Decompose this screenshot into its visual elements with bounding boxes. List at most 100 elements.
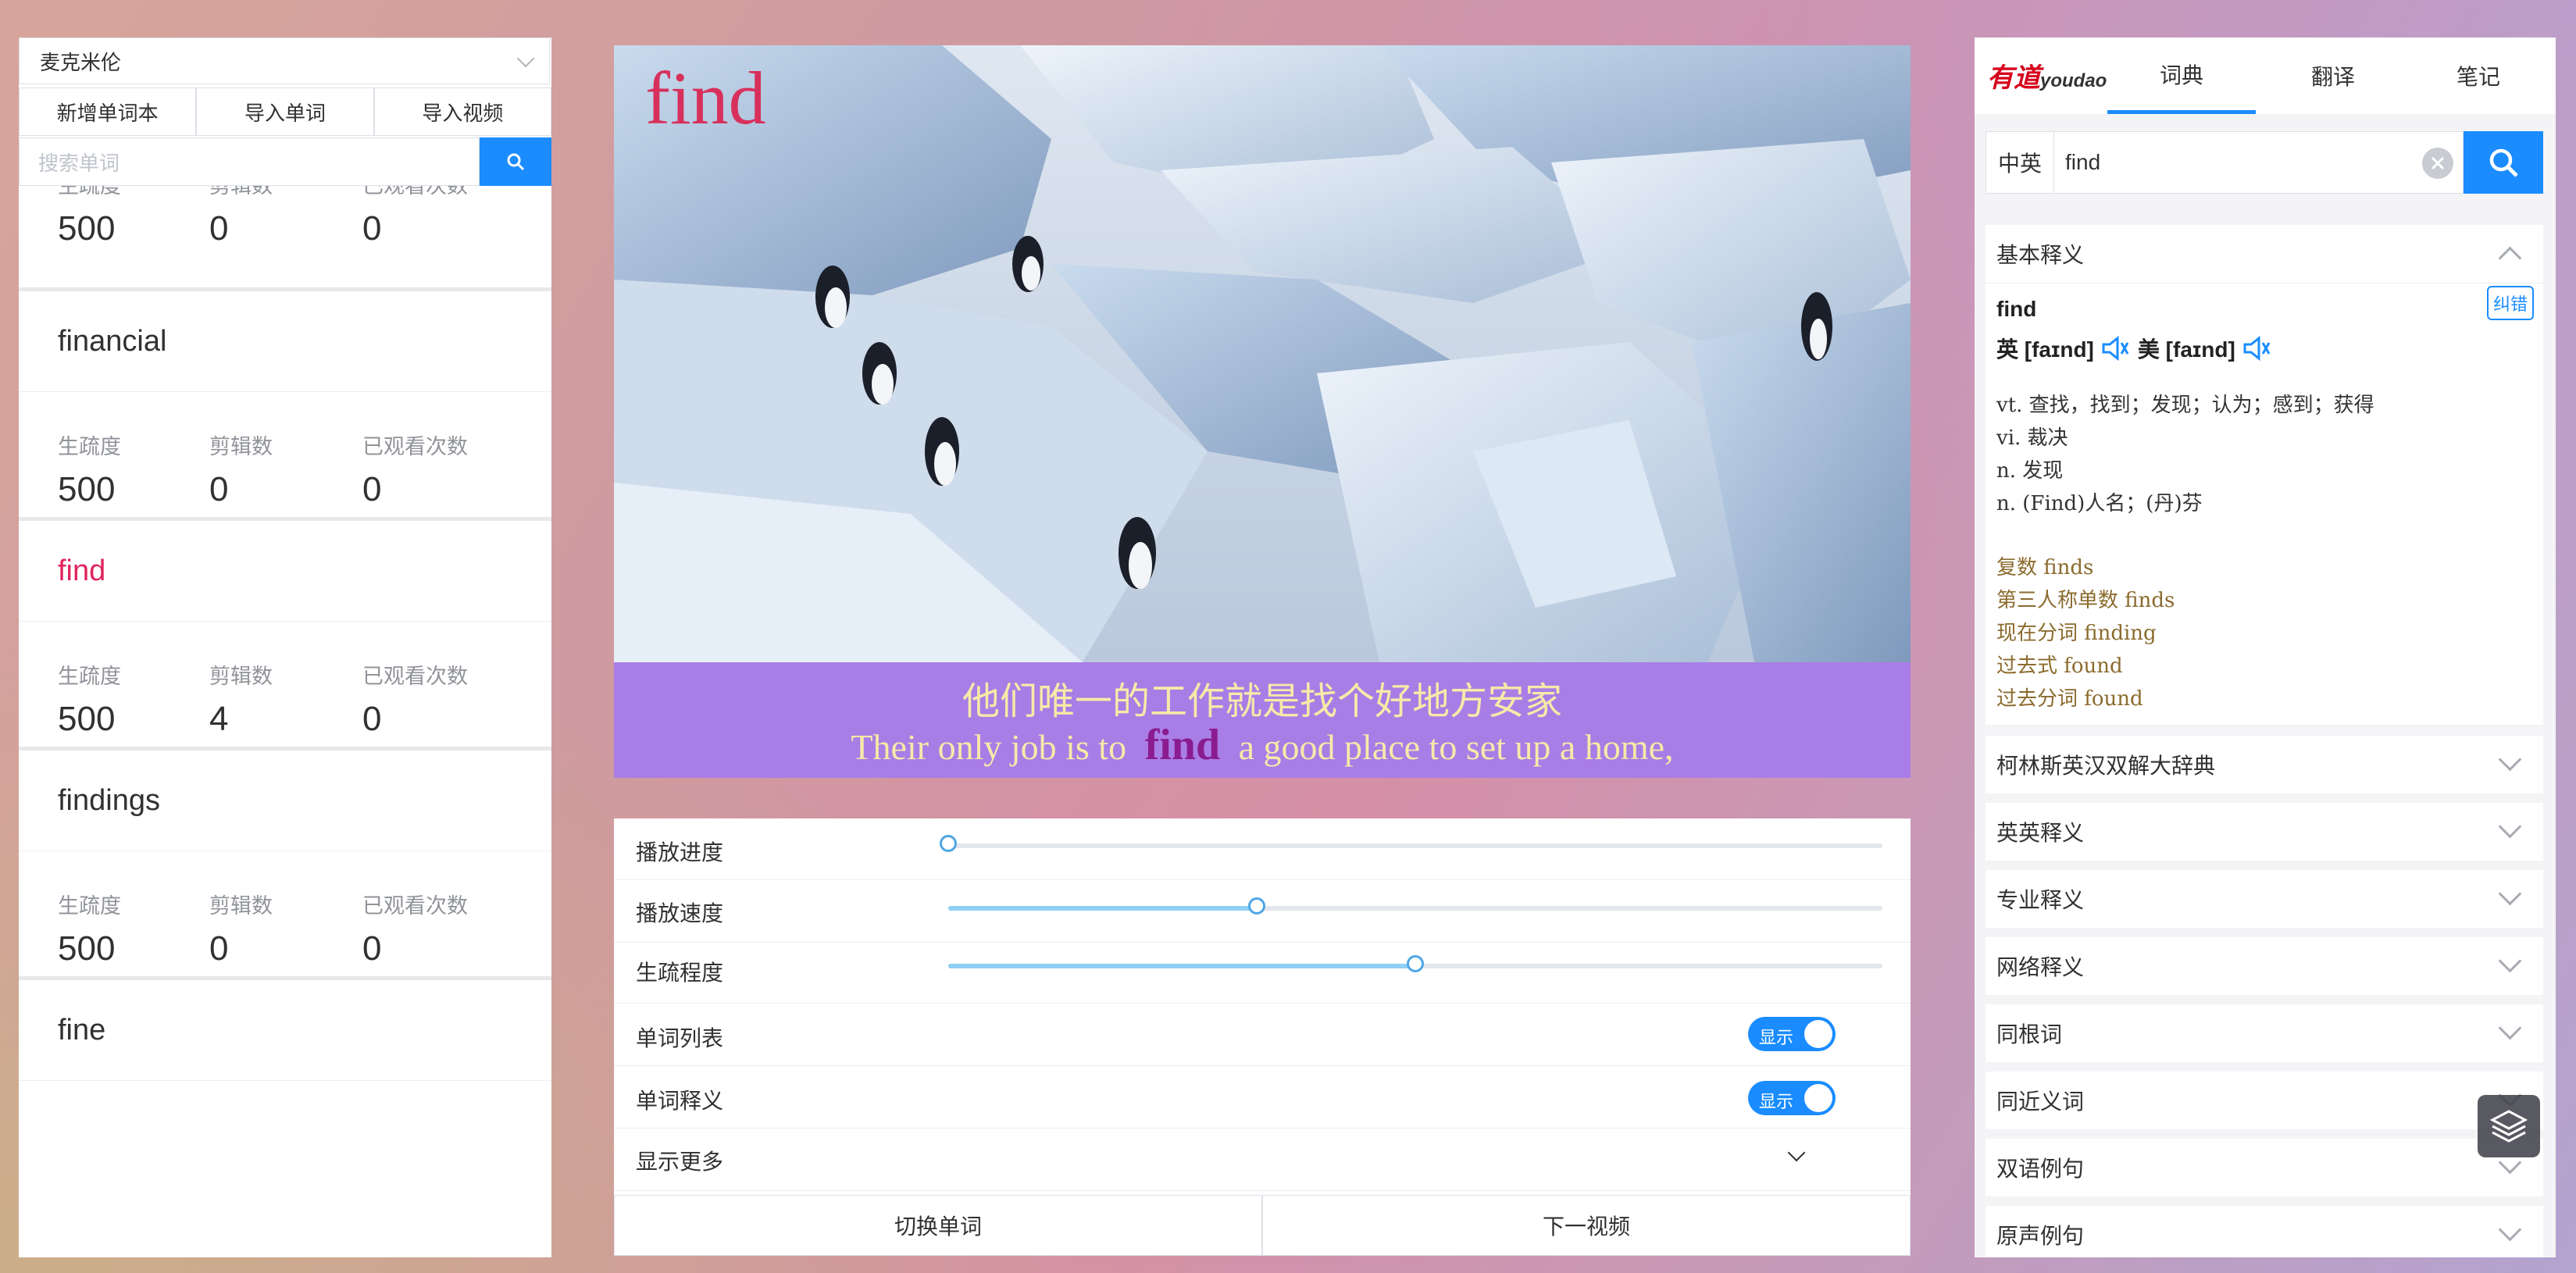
clips-label: 剪辑数 xyxy=(209,186,273,198)
familiarity-label: 生疏度 xyxy=(58,186,121,198)
list-item-word[interactable]: findings xyxy=(19,751,551,851)
collapsible-section[interactable]: 原声例句 xyxy=(1986,1206,2543,1257)
video-player[interactable]: find xyxy=(614,45,1911,662)
clips-value: 0 xyxy=(209,209,229,248)
word-search: 搜索单词 xyxy=(19,137,551,186)
section-title: 双语例句 xyxy=(1996,1157,2085,1181)
chevron-down-icon xyxy=(2498,815,2522,839)
collapsible-section[interactable]: 网络释义 xyxy=(1986,937,2543,995)
collapsible-section[interactable]: 同根词 xyxy=(1986,1004,2543,1062)
section-title: 网络释义 xyxy=(1996,955,2085,979)
toolbar: 新增单词本 导入单词 导入视频 xyxy=(19,87,551,136)
word-list-switch[interactable]: 显示 xyxy=(1748,1017,1836,1051)
next-video-button[interactable]: 下一视频 xyxy=(1262,1195,1911,1256)
collapsible-section[interactable]: 同近义词 xyxy=(1986,1072,2543,1129)
switch-knob xyxy=(1804,1020,1832,1048)
progress-slider[interactable] xyxy=(940,835,1882,852)
views-value: 0 xyxy=(362,470,382,508)
search-input[interactable]: 搜索单词 xyxy=(19,137,480,186)
word-stats: 生疏度 500 剪辑数 0 已观看次数 0 xyxy=(19,186,551,287)
speaker-icon[interactable] xyxy=(2242,335,2273,362)
word-list: 生疏度 500 剪辑数 0 已观看次数 0 financial 生疏度 500 剪辑数 0… xyxy=(19,186,551,1257)
layers-button[interactable] xyxy=(2478,1095,2540,1157)
tab-dictionary[interactable]: 词典 xyxy=(2107,37,2256,114)
word-list-switch-text: 显示 xyxy=(1759,1028,1794,1047)
layers-icon xyxy=(2489,1110,2528,1143)
search-button[interactable] xyxy=(480,137,551,186)
familiarity-value: 500 xyxy=(58,700,116,738)
progress-knob[interactable] xyxy=(940,835,957,852)
word-list-toggle-row: 单词列表 显示 xyxy=(614,1003,1911,1066)
language-select[interactable]: 中英 xyxy=(1986,131,2054,194)
inflection-line: 现在分词 finding xyxy=(1996,622,2157,645)
search-icon xyxy=(507,153,525,171)
dictionary-query: find xyxy=(2065,150,2101,174)
wordbook-select[interactable]: 麦克米伦 xyxy=(19,37,550,84)
list-item-word-active[interactable]: find xyxy=(19,521,551,622)
chevron-down-icon xyxy=(2498,747,2522,772)
subtitles: 他们唯一的工作就是找个好地方安家 Their only job is to fi… xyxy=(614,662,1911,778)
section-title: 同根词 xyxy=(1996,1022,2063,1047)
chevron-down-icon[interactable] xyxy=(1787,1143,1806,1162)
views-label: 已观看次数 xyxy=(362,186,468,198)
section-title: 专业释义 xyxy=(1996,888,2085,912)
subtitle-english-after: a good place to set up a home, xyxy=(1238,727,1674,767)
speed-row: 播放速度 xyxy=(614,879,1911,943)
word-def-toggle-row: 单词释义 显示 xyxy=(614,1065,1911,1129)
collapsible-section[interactable]: 专业释义 xyxy=(1986,870,2543,928)
clips-label: 剪辑数 xyxy=(209,435,273,458)
progress-label: 播放进度 xyxy=(636,840,724,865)
familiarity-label: 生疏度 xyxy=(58,894,121,918)
new-wordbook-button[interactable]: 新增单词本 xyxy=(19,87,197,136)
definition-line: n. (Find)人名；(丹)芬 xyxy=(1996,492,2203,515)
switch-knob xyxy=(1804,1084,1832,1112)
dictionary-search: 中英 find xyxy=(1986,131,2543,194)
import-video-button[interactable]: 导入视频 xyxy=(373,87,551,136)
collapsible-section[interactable]: 柯林斯英汉双解大辞典 xyxy=(1986,736,2543,793)
dictionary-header: 有道youdao 词典 翻译 笔记 xyxy=(1975,37,2556,114)
subtitle-english: Their only job is to find a good place t… xyxy=(614,720,1911,770)
speed-knob[interactable] xyxy=(1247,897,1265,915)
clear-icon[interactable] xyxy=(2422,148,2453,179)
collapsible-section[interactable]: 双语例句 xyxy=(1986,1139,2543,1196)
basic-definition-section: 基本释义 纠错 find 英 [faɪnd] 美 [faɪnd] vt. 查找，… xyxy=(1986,225,2543,725)
subtitle-highlight-word[interactable]: find xyxy=(1136,721,1230,769)
collapsible-section[interactable]: 英英释义 xyxy=(1986,803,2543,861)
report-error-button[interactable]: 纠错 xyxy=(2486,286,2534,320)
views-value: 0 xyxy=(362,209,382,248)
chevron-up-icon[interactable] xyxy=(2498,246,2522,270)
word-def-label: 单词释义 xyxy=(636,1089,724,1113)
views-value: 0 xyxy=(362,700,382,738)
familiarity-knob[interactable] xyxy=(1407,955,1424,972)
clips-value: 0 xyxy=(209,470,229,508)
inflection-line: 过去分词 found xyxy=(1996,687,2143,711)
chevron-down-icon xyxy=(516,49,535,68)
familiarity-row: 生疏程度 xyxy=(614,942,1911,1004)
section-title[interactable]: 基本释义 xyxy=(1996,225,2084,283)
switch-word-button[interactable]: 切换单词 xyxy=(614,1195,1262,1256)
tab-notes[interactable]: 笔记 xyxy=(2404,37,2553,114)
word-def-switch[interactable]: 显示 xyxy=(1748,1081,1836,1115)
subtitle-chinese: 他们唯一的工作就是找个好地方安家 xyxy=(962,679,1562,723)
clips-label: 剪辑数 xyxy=(209,894,273,918)
list-item-word[interactable]: fine xyxy=(19,980,551,1081)
familiarity-label: 生疏度 xyxy=(58,435,121,458)
views-label: 已观看次数 xyxy=(362,894,468,918)
familiarity-fill xyxy=(948,964,1415,968)
speed-slider[interactable] xyxy=(948,897,1882,915)
show-more-row[interactable]: 显示更多 xyxy=(614,1128,1911,1191)
section-title: 英英释义 xyxy=(1996,821,2085,845)
chevron-down-icon xyxy=(2498,1016,2522,1040)
import-words-button[interactable]: 导入单词 xyxy=(196,87,374,136)
familiarity-slider[interactable] xyxy=(948,955,1882,972)
tab-translate[interactable]: 翻译 xyxy=(2259,37,2407,114)
dictionary-search-input[interactable]: find xyxy=(2054,131,2464,194)
chevron-down-icon xyxy=(2498,1218,2522,1242)
definition-line: vi. 裁决 xyxy=(1996,426,2068,450)
video-word-overlay: find xyxy=(645,56,766,140)
dictionary-panel: 有道youdao 词典 翻译 笔记 中英 find 基本释义 纠错 find 英… xyxy=(1975,37,2556,1257)
dictionary-search-button[interactable] xyxy=(2464,131,2543,194)
word-stats: 生疏度 500 剪辑数 4 已观看次数 0 xyxy=(19,622,551,747)
speaker-icon[interactable] xyxy=(2100,335,2132,362)
list-item-word[interactable]: financial xyxy=(19,291,551,392)
